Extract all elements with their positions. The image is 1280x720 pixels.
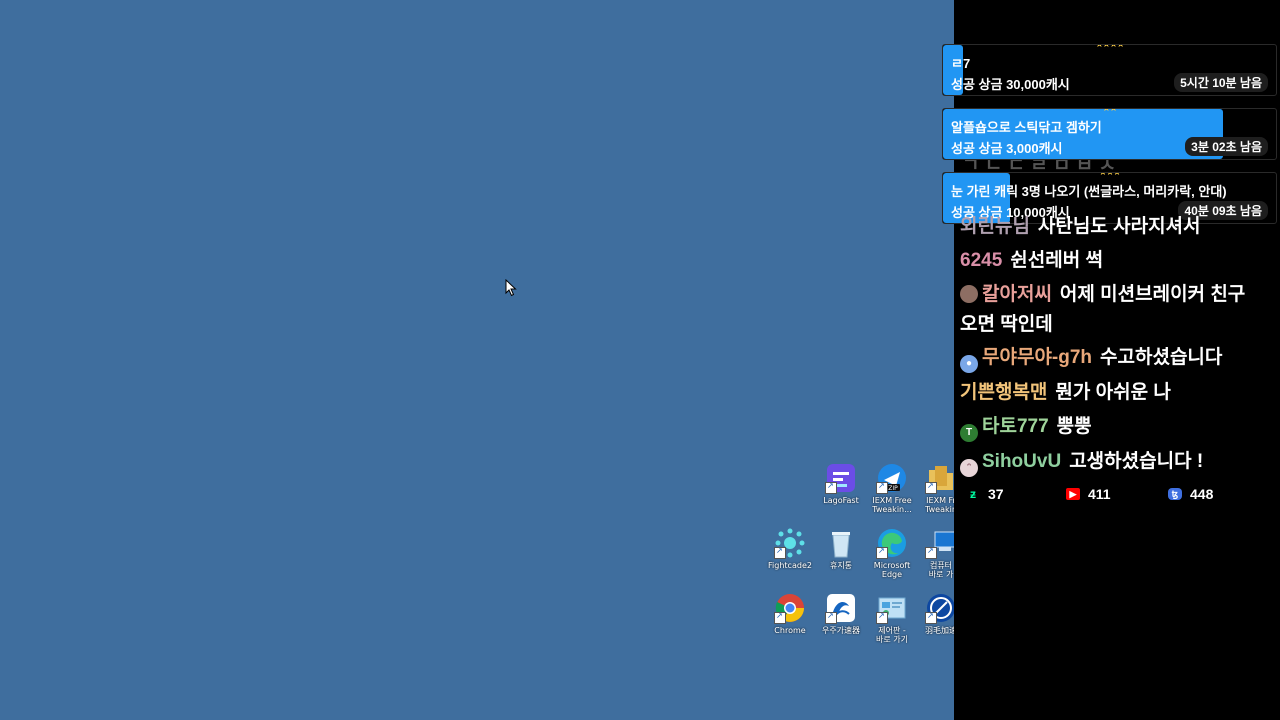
mission-reward: 성공 상금 30,000캐시	[951, 77, 1070, 92]
stat-chzzk: ƶ 37	[966, 486, 1004, 502]
mission-time-left: 3분 02초 남음	[1185, 137, 1268, 156]
chat-text: 사탄님도 사라지셔서	[1037, 216, 1201, 237]
chat-nickname: 외린뉴님	[960, 216, 1030, 237]
chat-message: 외린뉴님 사탄님도 사라지셔서	[960, 211, 1260, 243]
avatar-cat-icon: ᵔ	[960, 459, 978, 477]
mission-title: 알플숍으로 스틱닦고 겜하기	[951, 120, 1102, 135]
chat-message: 6245 쉰선레버 썩	[960, 245, 1260, 277]
mission-stars-icon: ★★★	[1098, 172, 1121, 178]
stat-soop: ꜩ 448	[1168, 486, 1213, 502]
mission-stars-icon: ★★	[1102, 108, 1117, 114]
chat-nickname: SihoUvU	[982, 451, 1062, 472]
avatar-letter-icon: T	[960, 424, 978, 442]
chat-nickname: 칼아저씨	[982, 284, 1052, 305]
desktop-icon-recycle-bin[interactable]: 휴지통	[814, 527, 868, 570]
desktop-icon-accelerator[interactable]: 우주가速器	[814, 592, 868, 635]
network-icon	[925, 592, 957, 624]
mission-card: ★★ 알플숍으로 스틱닦고 겜하기 성공 상금 3,000캐시 3분 02초 남…	[942, 108, 1277, 160]
computer-icon	[925, 527, 957, 559]
desktop-icon-chrome[interactable]: Chrome	[763, 592, 817, 635]
svg-text:ZIP: ZIP	[888, 485, 898, 492]
mission-reward: 성공 상금 3,000캐시	[951, 141, 1063, 156]
desktop-icon-lagofast[interactable]: LagoFast	[814, 462, 868, 505]
fightcade-icon	[774, 527, 806, 559]
stat-youtube: ▶ 411	[1066, 486, 1111, 502]
mission-title: 눈 가린 캐릭 3명 나오기 (썬글라스, 머리카락, 안대)	[951, 184, 1227, 199]
youtube-icon: ▶	[1066, 488, 1080, 500]
accelerator-icon	[825, 592, 857, 624]
chzzk-icon: ƶ	[970, 487, 976, 501]
chat-message: T 타토777 뿡뿡	[960, 411, 1260, 443]
chat-text: 고생하셨습니다 !	[1069, 451, 1204, 472]
viewer-stats: ƶ 37 ▶ 411 ꜩ 448	[966, 486, 1266, 508]
desktop-icon-fightcade2[interactable]: Fightcade2	[763, 527, 817, 570]
youtube-viewer-count: 411	[1088, 486, 1111, 502]
mission-card: ★★★★ ㄹ7 성공 상금 30,000캐시 5시간 10분 남음	[942, 44, 1277, 96]
desktop-icon-control-panel[interactable]: 제어판 - 바로 가기	[865, 592, 919, 644]
desktop-icon-edge[interactable]: Microsoft Edge	[865, 527, 919, 579]
recycle-bin-icon	[825, 527, 857, 559]
chat-text: 수고하셨습니다	[1100, 347, 1223, 368]
chat-nickname: 기쁜행복맨	[960, 382, 1048, 403]
chrome-icon	[774, 592, 806, 624]
soop-icon: ꜩ	[1168, 488, 1182, 500]
chat-nickname: 무야무야-g7h	[982, 347, 1093, 368]
chzzk-viewer-count: 37	[988, 486, 1004, 502]
zip-icon: ZIP	[876, 462, 908, 494]
mission-title: ㄹ7	[951, 56, 971, 71]
chat-message: 칼아저씨 어제 미션브레이커 친구 오면 딱인데	[960, 280, 1260, 340]
mission-time-left: 5시간 10분 남음	[1174, 73, 1268, 92]
mission-stars-icon: ★★★★	[1095, 44, 1124, 50]
lagofast-icon	[825, 462, 857, 494]
chat-text: 쉰선레버 썩	[1010, 250, 1103, 271]
chat-text: 뭔가 아쉬운 나	[1055, 382, 1171, 403]
desktop[interactable]: LagoFast ZIP IEXM Free Tweakin... IEXM F…	[0, 0, 957, 720]
mouse-cursor-icon	[505, 279, 517, 297]
folder-icon	[925, 462, 957, 494]
chat-text: 뿡뿡	[1056, 416, 1092, 437]
soop-viewer-count: 448	[1190, 486, 1214, 502]
avatar-photo-icon	[960, 285, 978, 303]
chat-message: 기쁜행복맨 뭔가 아쉬운 나	[960, 377, 1260, 409]
desktop-icon-iexm-zip[interactable]: ZIP IEXM Free Tweakin...	[865, 462, 919, 514]
control-panel-icon	[876, 592, 908, 624]
chat-message: ᵔ SihoUvU 고생하셨습니다 !	[960, 446, 1260, 478]
chat-message: ● 무야무야-g7h 수고하셨습니다	[960, 342, 1260, 374]
chat-nickname: 6245	[960, 250, 1003, 271]
edge-icon	[876, 527, 908, 559]
chat-nickname: 타토777	[982, 416, 1049, 437]
avatar-person-icon: ●	[960, 355, 978, 373]
